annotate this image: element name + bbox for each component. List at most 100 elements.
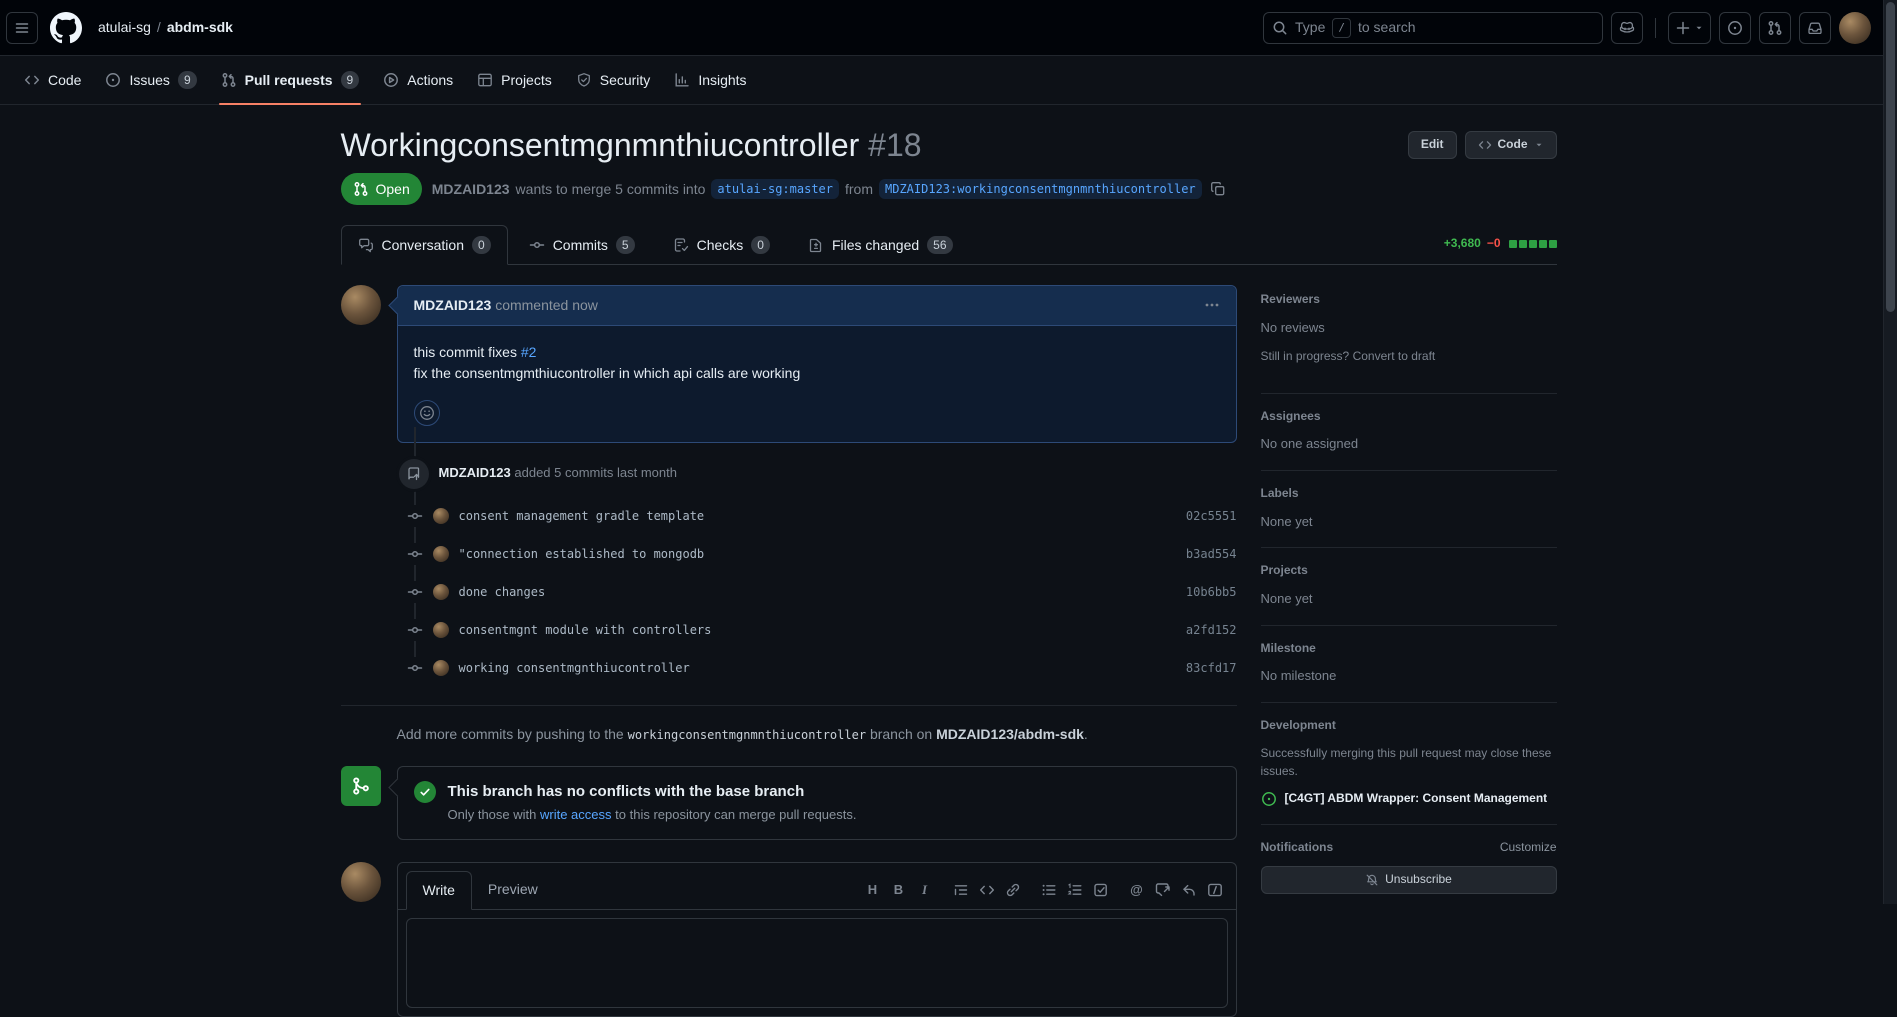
edit-button[interactable]: Edit [1408, 131, 1457, 159]
comment-author-avatar[interactable] [341, 285, 381, 325]
nav-item-code[interactable]: Code [12, 56, 93, 104]
page-scrollbar[interactable] [1883, 0, 1897, 904]
comment-line-1: this commit fixes #2 [414, 342, 1220, 363]
nav-item-security[interactable]: Security [564, 56, 663, 104]
commit-sha[interactable]: 10b6bb5 [1186, 585, 1237, 599]
tab-files-changed[interactable]: Files changed 56 [791, 225, 970, 265]
commit-message[interactable]: consent management gradle template [459, 509, 705, 523]
commit-author-avatar[interactable] [433, 508, 449, 524]
commit-message[interactable]: done changes [459, 585, 546, 599]
copilot-button[interactable] [1611, 12, 1643, 44]
preview-tab[interactable]: Preview [472, 871, 554, 909]
git-commit-icon [407, 581, 423, 603]
user-avatar[interactable] [1839, 12, 1871, 44]
commit-author-avatar[interactable] [433, 546, 449, 562]
commit-message[interactable]: working consentmgnthiucontroller [459, 661, 690, 675]
checks-counter: 0 [751, 236, 770, 254]
nav-item-pull-requests[interactable]: Pull requests 9 [209, 56, 372, 104]
cross-reference-icon[interactable] [1150, 877, 1176, 903]
nav-item-actions[interactable]: Actions [371, 56, 465, 104]
customize-link[interactable]: Customize [1500, 839, 1557, 856]
pr-container: Workingconsentmgnmnthiucontroller #18 Ed… [341, 105, 1557, 1017]
tab-conversation[interactable]: Conversation 0 [341, 225, 508, 265]
head-branch-label[interactable]: MDZAID123:workingconsentmgnmnthiucontrol… [879, 179, 1202, 199]
nav-item-insights[interactable]: Insights [662, 56, 758, 104]
commit-sha[interactable]: a2fd152 [1186, 623, 1237, 637]
merge-status-section: This branch has no conflicts with the ba… [341, 766, 1237, 840]
write-access-link[interactable]: write access [540, 807, 612, 822]
code-icon[interactable] [974, 877, 1000, 903]
slash-command-icon[interactable] [1202, 877, 1228, 903]
pr-tabs-row: Conversation 0 Commits 5 Checks 0 [341, 225, 1557, 265]
quote-icon[interactable] [948, 877, 974, 903]
reviewers-heading[interactable]: Reviewers [1261, 291, 1557, 308]
notifications-header: Notifications Customize [1261, 839, 1557, 856]
tasklist-icon[interactable] [1088, 877, 1114, 903]
commit-author-avatar[interactable] [433, 622, 449, 638]
git-pull-request-icon [221, 72, 237, 88]
labels-empty: None yet [1261, 513, 1557, 532]
breadcrumb-repo[interactable]: abdm-sdk [167, 17, 233, 37]
code-dropdown-button[interactable]: Code [1465, 131, 1557, 159]
git-commit-icon [407, 505, 423, 527]
inbox-button[interactable] [1799, 12, 1831, 44]
emoji-reaction-button[interactable] [414, 400, 440, 426]
pull-requests-header-button[interactable] [1759, 12, 1791, 44]
write-tab[interactable]: Write [406, 871, 472, 910]
tab-commits[interactable]: Commits 5 [512, 225, 652, 265]
pr-sidebar: Reviewers No reviews Still in progress? … [1261, 285, 1557, 910]
comment-textarea[interactable] [406, 918, 1228, 1008]
tab-checks[interactable]: Checks 0 [656, 225, 787, 265]
bold-icon[interactable]: B [886, 877, 912, 903]
tab-label: Files changed [832, 235, 919, 255]
link-icon[interactable] [1000, 877, 1026, 903]
commit-group-author[interactable]: MDZAID123 [439, 465, 511, 480]
comment-timestamp[interactable]: commented now [495, 297, 598, 313]
development-heading: Development [1261, 717, 1557, 734]
projects-heading[interactable]: Projects [1261, 562, 1557, 579]
commit-author-avatar[interactable] [433, 584, 449, 600]
hamburger-menu-button[interactable] [6, 12, 38, 44]
commit-sha[interactable]: 02c5551 [1186, 509, 1237, 523]
nav-item-projects[interactable]: Projects [465, 56, 564, 104]
commit-sha[interactable]: b3ad554 [1186, 547, 1237, 561]
search-input[interactable]: Type / to search [1263, 12, 1603, 44]
kebab-menu-icon[interactable] [1204, 297, 1220, 313]
tab-label: Conversation [382, 235, 465, 255]
italic-icon[interactable]: I [912, 877, 938, 903]
content-grid: MDZAID123 commented now this commit fixe… [341, 285, 1557, 1017]
linked-issue-title[interactable]: [C4GT] ABDM Wrapper: Consent Management [1285, 790, 1548, 807]
breadcrumb-separator: / [157, 17, 161, 37]
commit-author-avatar[interactable] [433, 660, 449, 676]
ordered-list-icon[interactable] [1062, 877, 1088, 903]
issues-header-button[interactable] [1719, 12, 1751, 44]
linked-issue[interactable]: [C4GT] ABDM Wrapper: Consent Management [1261, 790, 1557, 807]
milestone-heading[interactable]: Milestone [1261, 640, 1557, 657]
create-new-button[interactable] [1668, 12, 1711, 44]
copy-branch-button[interactable] [1210, 181, 1226, 197]
assignees-heading[interactable]: Assignees [1261, 408, 1557, 425]
mention-icon[interactable]: @ [1124, 877, 1150, 903]
timeline-divider [341, 705, 1237, 706]
unsubscribe-button[interactable]: Unsubscribe [1261, 866, 1557, 894]
merge-status-box: This branch has no conflicts with the ba… [397, 766, 1237, 840]
issue-reference-link[interactable]: #2 [521, 344, 537, 360]
github-logo-icon[interactable] [50, 12, 82, 44]
convert-to-draft-link[interactable]: Convert to draft [1353, 349, 1436, 363]
reply-icon[interactable] [1176, 877, 1202, 903]
unsubscribe-label: Unsubscribe [1385, 871, 1452, 888]
pr-author-link[interactable]: MDZAID123 [432, 179, 510, 199]
scrollbar-thumb[interactable] [1886, 2, 1895, 312]
breadcrumb-owner[interactable]: atulai-sg [98, 17, 151, 37]
new-comment-section: Write Preview H B I [341, 862, 1237, 1017]
heading-icon[interactable]: H [860, 877, 886, 903]
code-icon [24, 72, 40, 88]
unordered-list-icon[interactable] [1036, 877, 1062, 903]
commit-sha[interactable]: 83cfd17 [1186, 661, 1237, 675]
nav-item-issues[interactable]: Issues 9 [93, 56, 208, 104]
commit-message[interactable]: "connection established to mongodb [459, 547, 705, 561]
comment-author-link[interactable]: MDZAID123 [414, 297, 492, 313]
commit-message[interactable]: consentmgnt module with controllers [459, 623, 712, 637]
base-branch-label[interactable]: atulai-sg:master [711, 179, 839, 199]
labels-heading[interactable]: Labels [1261, 485, 1557, 502]
